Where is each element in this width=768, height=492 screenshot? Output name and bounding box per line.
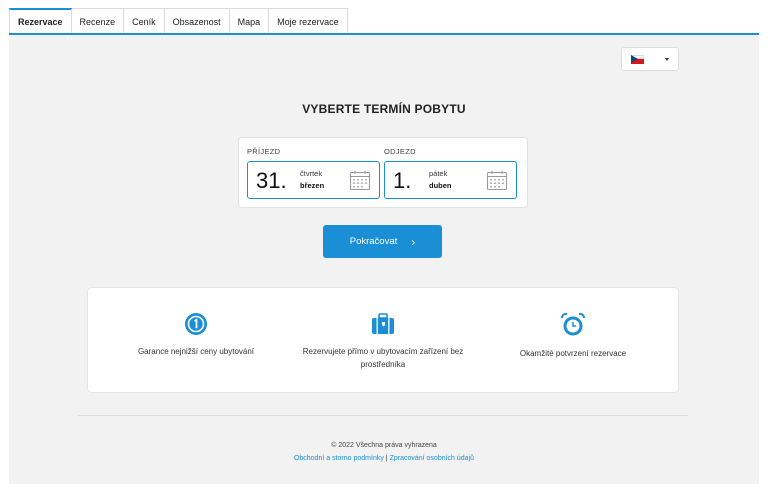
tab-moje-rezervace[interactable]: Moje rezervace [269,8,348,34]
tab-bar: Rezervace Recenze Ceník Obsazenost Mapa … [9,8,348,34]
alarm-clock-icon [561,312,585,336]
footer-links: Obchodní a storno podmínky | Zpracování … [9,455,759,462]
tab-cenik[interactable]: Ceník [124,8,165,34]
calendar-icon [350,170,370,190]
feature-text: Okamžité potvrzení rezervace [519,349,627,358]
chevron-down-icon [665,57,669,61]
tab-mapa[interactable]: Mapa [229,8,270,34]
feature-text: Rezervujete přímo v ubytovacím zařízení … [302,347,464,369]
feature-lowest-price: Garance nejnižší ceny ubytování [101,312,291,358]
tab-obsazenost[interactable]: Obsazenost [164,8,230,34]
terms-link[interactable]: Obchodní a storno podmínky [294,455,384,462]
arrival-day-number: 31. [256,168,287,193]
departure-date-field[interactable]: 1. pátek duben [384,161,517,199]
arrival-column: PŘÍJEZD 31. čtvrtek březen [247,147,380,199]
luggage-icon [372,313,394,334]
tab-rezervace[interactable]: Rezervace [9,8,72,34]
arrival-month: březen [300,181,325,190]
feature-direct-booking: Rezervujete přímo v ubytovacím zařízení … [288,312,478,371]
booking-panel: VYBERTE TERMÍN POBYTU PŘÍJEZD 31. čtvrte… [9,35,759,484]
date-picker: PŘÍJEZD 31. čtvrtek březen ODJEZD 1. pát… [238,137,528,208]
link-separator: | [385,455,388,462]
arrival-date-field[interactable]: 31. čtvrtek březen [247,161,380,199]
features-box: Garance nejnižší ceny ubytování Rezervuj… [87,287,679,393]
feature-instant-confirmation: Okamžité potvrzení rezervace [478,312,668,360]
arrival-weekday: čtvrtek [300,169,323,178]
tab-recenze[interactable]: Recenze [71,8,125,34]
departure-column: ODJEZD 1. pátek duben [384,147,517,199]
departure-day-number: 1. [393,168,412,193]
continue-button[interactable]: Pokračovat › [323,225,442,258]
czech-flag-icon [631,54,644,64]
feature-text: Garance nejnižší ceny ubytování [137,347,255,356]
language-select[interactable] [621,47,679,71]
departure-label: ODJEZD [384,147,416,156]
continue-button-label: Pokračovat [349,236,398,247]
arrival-label: PŘÍJEZD [247,147,281,156]
page-title: VYBERTE TERMÍN POBYTU [302,102,466,116]
privacy-link[interactable]: Zpracování osobních údajů [390,455,474,462]
footer-divider [78,415,688,416]
copyright-text: © 2022 Všechna práva vyhrazena [331,442,437,449]
calendar-icon [487,170,507,190]
departure-weekday: pátek [429,169,448,178]
departure-month: duben [429,181,452,190]
chevron-right-icon: › [411,234,416,249]
badge-one-icon [185,313,207,335]
